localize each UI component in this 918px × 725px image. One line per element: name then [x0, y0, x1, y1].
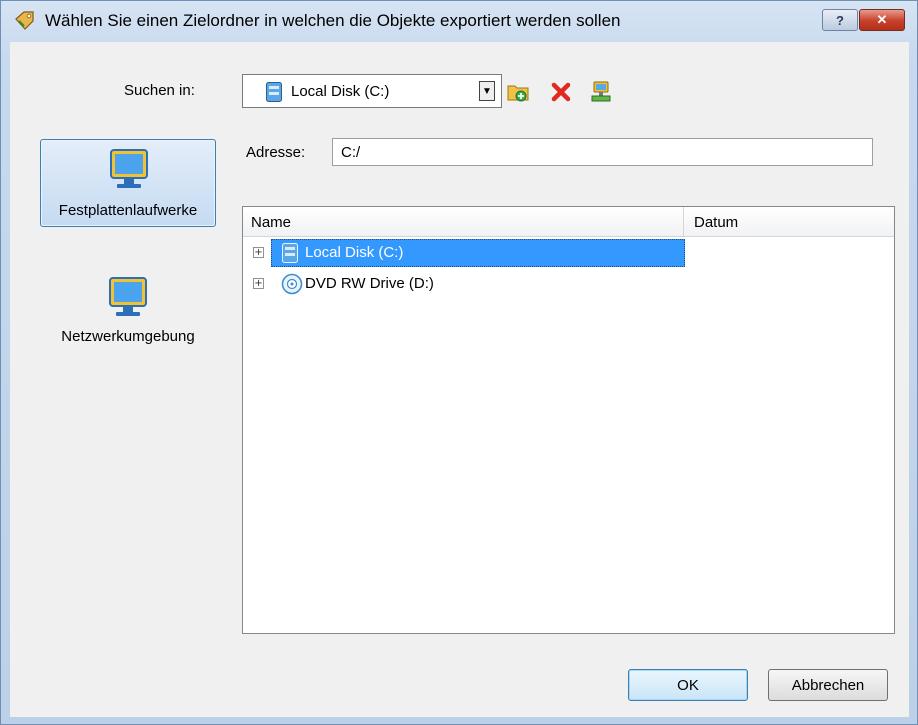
title-bar[interactable]: Wählen Sie einen Zielordner in welchen d… [1, 1, 917, 41]
dialog-client-area: Suchen in: Local Disk (C:) ▼ Adresse: C:… [10, 42, 909, 717]
ok-button[interactable]: OK [628, 669, 748, 701]
network-drive-button[interactable] [589, 80, 613, 104]
list-header: Name Datum [243, 207, 894, 237]
help-button[interactable]: ? [822, 9, 858, 31]
column-divider[interactable] [683, 207, 684, 237]
address-label: Adresse: [246, 144, 306, 161]
delete-icon [551, 82, 571, 102]
dvd-drive-icon [281, 273, 303, 295]
dialog-window: Wählen Sie einen Zielordner in welchen d… [0, 0, 918, 725]
new-folder-button[interactable] [507, 80, 531, 104]
hard-disk-icon [266, 82, 282, 102]
network-drive-icon [591, 81, 611, 102]
lookin-value: Local Disk (C:) [291, 83, 390, 100]
export-tag-icon [15, 11, 34, 30]
place-netzwerkumgebung[interactable]: Netzwerkumgebung [40, 268, 216, 356]
tree-row[interactable]: + DVD RW Drive (D:) [247, 270, 687, 298]
cancel-button[interactable]: Abbrechen [768, 669, 888, 701]
place-label: Netzwerkumgebung [61, 328, 195, 345]
window-title: Wählen Sie einen Zielordner in welchen d… [45, 11, 621, 30]
address-input[interactable] [332, 138, 873, 166]
tree-item-label: Local Disk (C:) [305, 244, 404, 261]
new-folder-icon [507, 85, 529, 102]
expand-icon[interactable]: + [253, 247, 264, 258]
expand-icon[interactable]: + [253, 278, 264, 289]
chevron-down-icon[interactable]: ▼ [479, 81, 495, 101]
file-list[interactable]: Name Datum + Local Disk (C:) + DVD RW Dr… [242, 206, 895, 634]
tree-item-label: DVD RW Drive (D:) [305, 275, 434, 292]
tree-row[interactable]: + Local Disk (C:) [247, 239, 687, 267]
delete-button[interactable] [549, 80, 573, 104]
computer-monitor-icon [110, 149, 148, 188]
close-button[interactable]: ✕ [859, 9, 905, 31]
network-computer-icon [109, 277, 147, 316]
column-header-date[interactable]: Datum [694, 214, 738, 231]
column-header-name[interactable]: Name [251, 214, 291, 231]
place-label: Festplattenlaufwerke [58, 202, 198, 219]
lookin-label: Suchen in: [124, 82, 195, 99]
lookin-combobox[interactable]: Local Disk (C:) ▼ [242, 74, 502, 108]
place-festplattenlaufwerke[interactable]: Festplattenlaufwerke [40, 139, 216, 227]
hard-disk-icon [282, 243, 298, 263]
